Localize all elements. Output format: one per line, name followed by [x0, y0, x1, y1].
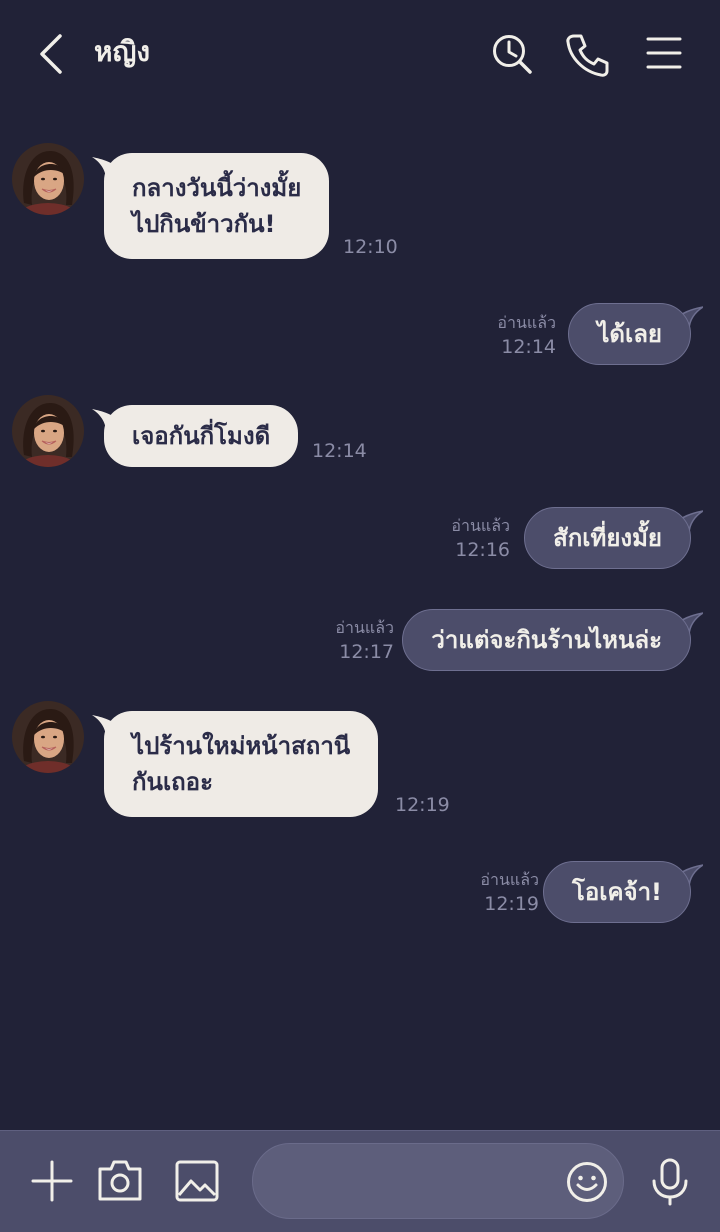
message-time: 12:17	[339, 641, 394, 663]
message-meta: อ่านแล้ว 12:19	[480, 869, 539, 917]
contact-avatar[interactable]	[12, 395, 84, 467]
incoming-message-bubble[interactable]: เจอกันกี่โมงดี	[104, 405, 299, 467]
incoming-message-bubble[interactable]: กลางวันนี้ว่างมั้ย ไปกินข้าวกัน!	[104, 153, 330, 259]
message-time: 12:19	[484, 893, 539, 915]
outgoing-message-bubble[interactable]: สักเที่ยงมั้ย	[524, 507, 691, 569]
read-receipt: อ่านแล้ว	[497, 313, 556, 332]
message-input-container[interactable]	[252, 1143, 624, 1219]
back-chevron-icon[interactable]	[30, 30, 74, 78]
message-input[interactable]	[275, 1158, 559, 1206]
composer-bar	[0, 1130, 720, 1232]
microphone-icon[interactable]	[648, 1157, 692, 1207]
message-time: 12:14	[501, 336, 556, 358]
message-meta: อ่านแล้ว 12:17	[335, 617, 394, 665]
message-text: เจอกันกี่โมงดี	[132, 422, 271, 450]
message-text: กลางวันนี้ว่างมั้ย	[132, 174, 302, 202]
message-text: ได้เลย	[597, 320, 662, 348]
contact-avatar[interactable]	[12, 143, 84, 215]
message-text: สักเที่ยงมั้ย	[553, 524, 662, 552]
read-receipt: อ่านแล้ว	[335, 618, 394, 637]
message-text: ไปกินข้าวกัน!	[132, 210, 276, 238]
read-receipt: อ่านแล้ว	[480, 870, 539, 889]
message-meta: อ่านแล้ว 12:16	[451, 515, 510, 563]
contact-avatar[interactable]	[12, 701, 84, 773]
search-icon[interactable]	[490, 32, 534, 76]
outgoing-message-bubble[interactable]: ว่าแต่จะกินร้านไหนล่ะ	[402, 609, 691, 671]
message-text: กันเถอะ	[132, 768, 213, 796]
smiley-icon[interactable]	[565, 1160, 609, 1204]
message-text: ว่าแต่จะกินร้านไหนล่ะ	[431, 626, 662, 654]
phone-icon[interactable]	[564, 32, 610, 78]
message-time: 12:14	[312, 440, 367, 462]
message-time: 12:19	[395, 794, 450, 816]
message-time: 12:16	[455, 539, 510, 561]
incoming-message-bubble[interactable]: ไปร้านใหม่หน้าสถานี กันเถอะ	[104, 711, 379, 817]
plus-icon[interactable]	[30, 1159, 74, 1203]
message-time: 12:10	[343, 236, 398, 258]
read-receipt: อ่านแล้ว	[451, 516, 510, 535]
outgoing-message-bubble[interactable]: โอเคจ้า!	[542, 861, 691, 923]
message-meta: อ่านแล้ว 12:14	[497, 312, 556, 360]
image-icon[interactable]	[174, 1159, 220, 1203]
chat-header: หญิง	[0, 0, 720, 108]
chat-title: หญิง	[94, 35, 150, 68]
camera-icon[interactable]	[96, 1157, 144, 1203]
message-text: ไปร้านใหม่หน้าสถานี	[132, 732, 351, 760]
message-text: โอเคจ้า!	[571, 878, 662, 906]
hamburger-menu-icon[interactable]	[644, 34, 684, 74]
outgoing-message-bubble[interactable]: ได้เลย	[568, 303, 691, 365]
chat-screen: หญิง กลางวันนี้ว่างมั้ย ไปกินข้าวกัน! 12…	[0, 0, 720, 1232]
